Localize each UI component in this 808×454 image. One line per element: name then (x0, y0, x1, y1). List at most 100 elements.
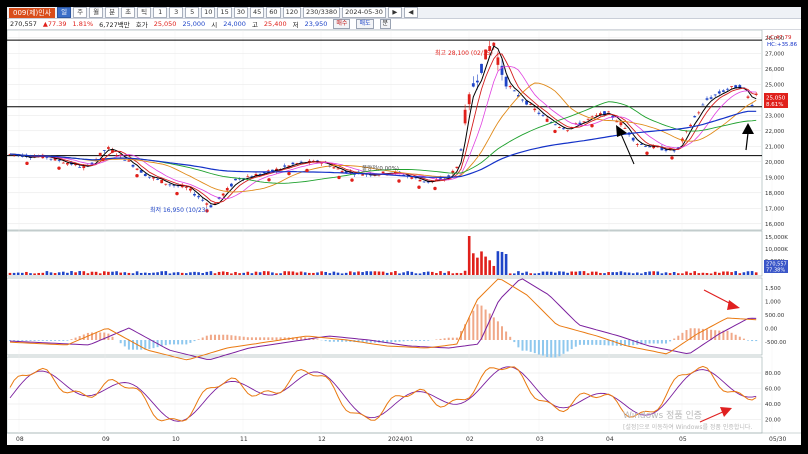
macd-histogram-bar (583, 340, 585, 345)
prev-button[interactable]: ◀ (403, 7, 418, 18)
candle-body (82, 166, 86, 169)
interval-button-60[interactable]: 60 (266, 7, 281, 18)
volume-last-rate: 77.38% (766, 268, 785, 274)
macd-histogram-bar (242, 336, 245, 340)
volume-bar (336, 272, 340, 275)
volume-bar (279, 273, 282, 275)
volume-bar (718, 272, 721, 275)
macd-histogram-bar (521, 340, 524, 351)
candle-body (467, 94, 471, 105)
quote-info-bar: 270,557 ▲77.39 1.81% 6,727백만 호가 25,050 2… (7, 19, 801, 30)
macd-histogram-bar (681, 332, 684, 340)
interval-button-1[interactable]: 1 (153, 7, 168, 18)
candle-body (201, 199, 205, 201)
candle-body (115, 155, 118, 156)
interval-button-120[interactable]: 120 (282, 7, 301, 18)
stock-code-field[interactable]: 009(제)인사 (9, 7, 56, 18)
macd-histogram-bar (66, 340, 69, 341)
volume-bar (410, 271, 414, 275)
candle-body (160, 179, 164, 184)
sell-button[interactable]: 매도 (356, 19, 374, 29)
macd-tick-label: 1,500 (765, 286, 781, 292)
interval-button-30[interactable]: 30 (233, 7, 248, 18)
volume-bar (131, 273, 135, 275)
buy-button[interactable]: 매수 (333, 19, 351, 29)
volume-bar (422, 272, 426, 275)
volume-bar (254, 271, 258, 275)
candle-body (291, 162, 295, 165)
volume-bar (205, 271, 209, 275)
date-field[interactable]: 2024-05-30 (342, 7, 386, 18)
volume-bar (722, 271, 725, 275)
macd-histogram-bar (423, 340, 426, 341)
macd-histogram-bar (25, 340, 28, 341)
signal-dot (645, 151, 649, 155)
macd-histogram-bar (419, 340, 421, 341)
candle-body (332, 167, 336, 169)
signal-dot (135, 174, 139, 178)
price-tick-label: 21,000 (765, 144, 785, 150)
interval-button-3[interactable]: 3 (169, 7, 184, 18)
candle-body (143, 173, 147, 177)
date-tick-label: 05/30 (769, 436, 786, 443)
date-tick-label: 04 (606, 436, 614, 443)
macd-histogram-bar (177, 340, 180, 345)
interval-button-15[interactable]: 15 (217, 7, 232, 18)
candle-body (148, 176, 151, 178)
macd-histogram-bar (517, 340, 520, 348)
macd-histogram-bar (123, 340, 126, 347)
macd-histogram-bar (185, 340, 188, 345)
macd-histogram-bar (648, 340, 651, 344)
volume-bar (344, 272, 348, 275)
interval-button-5[interactable]: 5 (185, 7, 200, 18)
macd-histogram-bar (697, 328, 700, 340)
volume-bar (226, 271, 229, 275)
interval-button-10[interactable]: 10 (201, 7, 216, 18)
macd-histogram-bar (58, 340, 61, 341)
volume-bar (258, 272, 262, 275)
volume-bar (672, 272, 676, 275)
view-button-day[interactable]: 일 (57, 7, 72, 18)
volume-bar (640, 273, 643, 275)
volume-bar (328, 273, 332, 275)
volume-bar (390, 272, 393, 275)
count-field[interactable]: 230/3380 (302, 7, 341, 18)
volume-bar (668, 273, 672, 275)
volume-bar (750, 271, 754, 275)
view-button-tick[interactable]: 틱 (137, 7, 152, 18)
macd-histogram-bar (193, 340, 196, 342)
candle-body (225, 188, 229, 191)
view-button-second[interactable]: 초 (121, 7, 136, 18)
signal-dot (350, 178, 354, 182)
macd-histogram-bar (201, 337, 204, 340)
volume-bar (312, 272, 315, 275)
volume-bar (537, 273, 541, 275)
stock-chart-area[interactable]: 28,00027,00026,00025,00024,00023,00022,0… (7, 30, 801, 445)
macd-histogram-bar (394, 340, 397, 342)
macd-histogram-bar (484, 309, 487, 340)
view-button-month[interactable]: 월 (89, 7, 104, 18)
volume-bar (431, 271, 434, 275)
toggle-button[interactable]: 분 (379, 19, 392, 29)
macd-histogram-bar (685, 330, 688, 340)
high-value: 25,400 (263, 20, 287, 28)
volume-bar (476, 257, 479, 275)
macd-histogram-bar (95, 332, 98, 340)
volume-bar (230, 273, 233, 275)
candle-body (746, 96, 750, 98)
view-button-week[interactable]: 주 (73, 7, 88, 18)
next-button[interactable]: ▶ (387, 7, 402, 18)
view-button-minute[interactable]: 분 (105, 7, 120, 18)
volume-bar (189, 272, 192, 275)
volume-bar (484, 256, 487, 275)
interval-button-45[interactable]: 45 (250, 7, 265, 18)
high-annotation: 최고 28,100 (02/15) (435, 49, 493, 57)
candle-body (107, 147, 110, 149)
volume-bar (193, 271, 196, 275)
candle-body (496, 57, 500, 65)
macd-histogram-bar (189, 340, 192, 343)
candle-body (193, 193, 196, 196)
volume-bar (603, 273, 606, 275)
macd-histogram-bar (747, 340, 749, 341)
macd-histogram-bar (665, 340, 667, 344)
